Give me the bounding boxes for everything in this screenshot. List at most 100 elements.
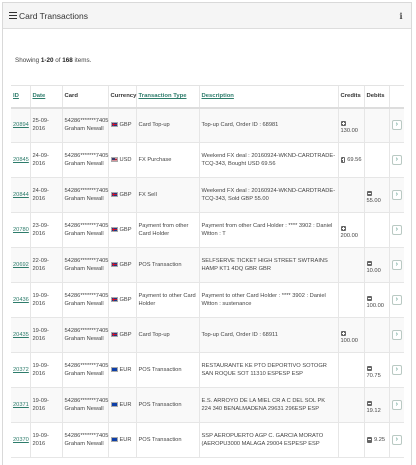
- info-icon[interactable]: i: [397, 12, 405, 20]
- cell-description: E.S. ARROYO DE LA MIEL CR A C DEL SOL PK…: [198, 387, 338, 423]
- table-row: 20435 19-09-2016 54286*******7405 Graham Ne…: [11, 317, 404, 353]
- cell-currency: GBP: [107, 282, 136, 318]
- table-row: 20372 19-09-2016 54286*******7405 Graham Ne…: [11, 352, 404, 388]
- column-header-id[interactable]: ID: [11, 85, 30, 109]
- transaction-id-link[interactable]: 20780: [13, 227, 29, 233]
- cell-card: 54286*******7405 Graham Newall: [61, 387, 109, 423]
- cell-credit: 69.56: [337, 142, 364, 178]
- cell-action: ›: [388, 212, 404, 248]
- card-transactions-panel: Card Transactions i Showing 1-20 of 168 …: [2, 2, 412, 465]
- table-row: 20370 19-09-2016 54286*******7405 Graham Ne…: [11, 422, 404, 458]
- view-details-button[interactable]: ›: [391, 330, 402, 340]
- cell-date: 19-09-2016: [29, 317, 62, 353]
- column-header-card: Card: [61, 85, 108, 109]
- cell-currency: GBP: [107, 317, 136, 353]
- cell-credit: 130.00: [337, 107, 364, 143]
- cell-currency: USD: [107, 142, 136, 178]
- transaction-id-link[interactable]: 20370: [13, 437, 29, 443]
- view-details-button[interactable]: ›: [391, 155, 402, 165]
- cell-transaction-type: FX Purchase: [135, 142, 199, 178]
- transaction-id-link[interactable]: 20845: [13, 157, 29, 163]
- cell-card: 54286*******7405 Graham Newall: [61, 212, 108, 248]
- table-row: 20845 24-09-2016 54286*******7405 Graham Ne…: [11, 142, 404, 178]
- plus-icon: [340, 330, 346, 336]
- view-details-button[interactable]: ›: [391, 400, 402, 410]
- view-details-button[interactable]: ›: [391, 365, 402, 375]
- minus-icon: [366, 190, 372, 196]
- transaction-id-link[interactable]: 20436: [13, 297, 29, 303]
- cell-currency: EUR: [107, 352, 136, 388]
- cell-transaction-type: FX Sell: [135, 177, 199, 213]
- cell-card: 54286*******7405 Graham Newall: [61, 282, 108, 318]
- cell-transaction-type: Card Top-up: [135, 317, 199, 353]
- transaction-id-link[interactable]: 20844: [13, 192, 29, 198]
- cell-credit: 200.00: [337, 212, 364, 248]
- transaction-id-link[interactable]: 20894: [13, 122, 29, 128]
- cell-date: 19-09-2016: [29, 352, 62, 388]
- cell-description: Top-up Card, Order ID : 68981: [198, 107, 338, 143]
- cell-description: RESTAURANTE KE PTO DEPORTIVO SOTOGR SAN …: [198, 352, 338, 388]
- cell-date: 24-09-2016: [29, 177, 62, 213]
- cell-id: 20435: [11, 317, 30, 353]
- transaction-id-link[interactable]: 20435: [13, 332, 29, 338]
- cell-credit: [337, 422, 364, 458]
- cell-credit: [337, 352, 364, 388]
- cell-description: Weekend FX deal : 20160924-WKND-CARDTRAD…: [198, 177, 338, 213]
- cell-action: ›: [388, 107, 404, 143]
- card-holder: Graham Newall: [64, 406, 104, 412]
- cell-debit: 9.25: [363, 422, 389, 458]
- transaction-id-link[interactable]: 20692: [13, 262, 29, 268]
- table-row: 20692 22-09-2016 54286*******7405 Graham Ne…: [11, 247, 404, 283]
- flag-icon: [110, 366, 118, 372]
- cell-card: 54286*******7405 Graham Newall: [61, 107, 109, 143]
- cell-card: 54286*******7405 Graham Newall: [61, 422, 108, 458]
- cell-card: 54286*******7405 Graham Newall: [61, 177, 108, 213]
- view-details-button[interactable]: ›: [391, 435, 402, 445]
- cell-debit: 55.00: [363, 177, 389, 213]
- flag-icon: [110, 331, 118, 337]
- transaction-id-link[interactable]: 20371: [13, 402, 29, 408]
- cell-id: 20436: [11, 282, 30, 318]
- view-details-button[interactable]: ›: [391, 120, 402, 131]
- card-number: 54286*******7405: [64, 327, 109, 334]
- flag-icon: [110, 401, 118, 407]
- cell-id: 20371: [11, 387, 30, 423]
- cell-id: 20845: [11, 142, 30, 178]
- cell-credit: [337, 247, 364, 283]
- table-row: 20371 19-09-2016 54286*******7405 Graham Ne…: [11, 387, 404, 423]
- cell-action: ›: [388, 177, 404, 213]
- column-header-debits: Debits: [363, 85, 389, 109]
- cell-transaction-type: Card Top-up: [135, 107, 199, 143]
- cell-id: 20780: [11, 212, 30, 248]
- flag-icon: [110, 191, 118, 197]
- card-holder: Graham Newall: [64, 266, 104, 272]
- cell-date: 19-09-2016: [29, 282, 62, 318]
- credit-amount: 130.00: [340, 115, 362, 136]
- debit-amount: 9.25: [366, 436, 387, 445]
- cell-description: SELFSERVE TICKET HIGH STREET SWTRAINS HA…: [198, 247, 338, 283]
- card-number: 54286*******7405: [64, 117, 109, 124]
- cell-credit: [337, 387, 364, 423]
- column-header-description[interactable]: Description: [198, 85, 338, 109]
- plus-icon: [340, 120, 346, 127]
- list-icon: [9, 12, 17, 19]
- panel-title: Card Transactions: [19, 10, 88, 21]
- panel-header: Card Transactions i: [3, 3, 411, 29]
- cell-currency: GBP: [107, 177, 136, 213]
- card-holder: Graham Newall: [64, 161, 104, 167]
- view-details-button[interactable]: ›: [391, 225, 402, 235]
- column-header-transaction-type[interactable]: Transaction Type: [135, 85, 199, 109]
- card-number: 54286*******7405: [64, 362, 109, 369]
- view-details-button[interactable]: ›: [391, 260, 402, 270]
- cell-transaction-type: POS Transaction: [135, 387, 199, 423]
- card-number: 54286*******7405: [64, 397, 109, 404]
- minus-icon: [366, 260, 372, 266]
- view-details-button[interactable]: ›: [391, 190, 402, 200]
- column-header-date[interactable]: Date: [29, 85, 62, 109]
- cell-transaction-type: POS Transaction: [135, 247, 199, 283]
- minus-icon: [366, 437, 372, 443]
- card-holder: Graham Newall: [64, 336, 104, 342]
- card-number: 54286*******7405: [64, 257, 109, 264]
- view-details-button[interactable]: ›: [391, 295, 402, 305]
- transaction-id-link[interactable]: 20372: [13, 367, 29, 373]
